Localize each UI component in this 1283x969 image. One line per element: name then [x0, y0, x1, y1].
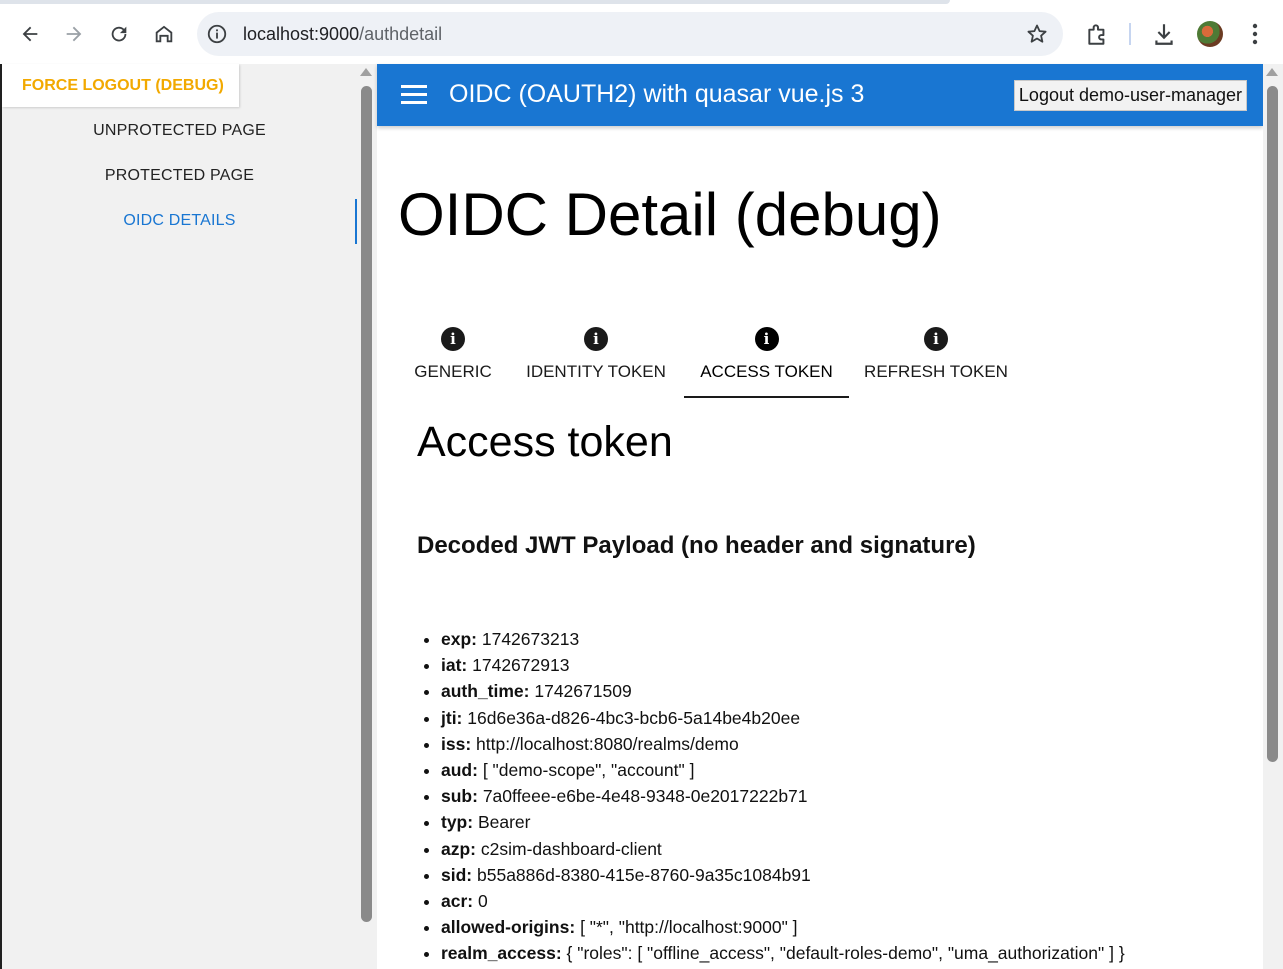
section-title: Access token [417, 418, 673, 466]
list-item: aud: [ "demo-scope", "account" ] [441, 758, 1125, 784]
claim-value: 1742673213 [481, 629, 580, 649]
drawer-scroll-up-arrow[interactable] [360, 68, 372, 76]
claim-value: 1742672913 [472, 655, 570, 676]
list-item: realm_access: { "roles": [ "offline_acce… [441, 941, 1125, 967]
address-bar[interactable]: localhost:9000/authdetail [197, 12, 1063, 56]
drawer-item-protected-page[interactable]: PROTECTED PAGE [2, 156, 357, 196]
app-title: OIDC (OAUTH2) with quasar vue.js 3 [449, 80, 865, 108]
claim-key: sub: [441, 786, 478, 807]
app-header: OIDC (OAUTH2) with quasar vue.js 3 Logou… [377, 64, 1263, 126]
info-icon: i [584, 327, 608, 351]
info-icon: i [924, 327, 948, 351]
url-host: localhost:9000 [243, 24, 360, 44]
claim-value: 1742671509 [534, 681, 632, 702]
claim-key: sid: [441, 864, 473, 885]
toolbar-separator [1129, 23, 1131, 45]
claim-value: { "roles": [ "offline_access", "default-… [566, 943, 1125, 964]
window-edge [0, 64, 2, 969]
extensions-icon[interactable] [1085, 21, 1111, 47]
site-info-icon[interactable] [205, 22, 229, 46]
force-logout-button[interactable]: FORCE LOGOUT (DEBUG) [2, 64, 239, 107]
logout-button[interactable]: Logout demo-user-manager [1014, 80, 1247, 111]
claim-key: aud: [441, 759, 478, 780]
bookmark-star-icon[interactable] [1025, 22, 1049, 46]
claim-value: http://localhost:8080/realms/demo [476, 733, 739, 754]
url-text[interactable]: localhost:9000/authdetail [243, 24, 442, 45]
claim-key: allowed-origins: [441, 917, 576, 938]
menu-hamburger-icon[interactable] [401, 85, 427, 105]
list-item: auth_time: 1742671509 [441, 679, 1125, 705]
tab-label: GENERIC [414, 362, 492, 381]
list-item: typ: Bearer [441, 810, 1125, 836]
side-drawer [0, 64, 357, 969]
drawer-item-oidc-details[interactable]: OIDC DETAILS [2, 201, 357, 241]
claim-value: 0 [477, 890, 488, 911]
claim-value: c2sim-dashboard-client [480, 838, 662, 859]
list-item: sid: b55a886d-8380-415e-8760-9a35c1084b9… [441, 863, 1125, 889]
tab-label: ACCESS TOKEN [700, 362, 833, 381]
info-icon: i [754, 327, 779, 351]
tab-label: REFRESH TOKEN [864, 362, 1008, 381]
list-item: jti: 16d6e36a-d826-4bc3-bcb6-5a14be4b20e… [441, 706, 1125, 732]
back-icon[interactable] [16, 20, 44, 48]
claim-key: jti: [441, 707, 463, 728]
tab-generic[interactable]: i GENERIC [413, 322, 493, 399]
tab-label: IDENTITY TOKEN [526, 362, 666, 381]
forward-icon[interactable] [60, 20, 88, 48]
claim-key: exp: [441, 629, 477, 649]
browser-toolbar: localhost:9000/authdetail [0, 0, 1283, 65]
home-icon[interactable] [150, 20, 178, 48]
drawer-item-unprotected-page[interactable]: UNPROTECTED PAGE [2, 111, 357, 151]
list-item: azp: c2sim-dashboard-client [441, 837, 1125, 863]
tab-strip [0, 0, 950, 4]
claim-value: Bearer [477, 812, 531, 833]
claim-value: b55a886d-8380-415e-8760-9a35c1084b91 [477, 864, 811, 885]
claim-key: typ: [441, 812, 474, 833]
profile-avatar[interactable] [1197, 21, 1223, 47]
jwt-claims-list: exp: 1742673213 iat: 1742672913 auth_tim… [417, 627, 1125, 967]
claim-value: [ "*", "http://localhost:9000" ] [580, 917, 798, 938]
list-item: acr: 0 [441, 889, 1125, 915]
page-title: OIDC Detail (debug) [398, 181, 942, 248]
claim-value: 7a0ffeee-e6be-4e48-9348-0e2017222b71 [482, 786, 808, 807]
claim-key: realm_access: [441, 943, 562, 964]
reload-icon[interactable] [105, 20, 133, 48]
url-path: /authdetail [359, 24, 443, 44]
claim-value: 16d6e36a-d826-4bc3-bcb6-5a14be4b20ee [467, 707, 801, 728]
claim-value: [ "demo-scope", "account" ] [482, 759, 695, 780]
subsection-title: Decoded JWT Payload (no header and signa… [417, 532, 976, 559]
list-item: allowed-origins: [ "*", "http://localhos… [441, 915, 1125, 941]
claim-key: azp: [441, 838, 476, 859]
tab-refresh-token[interactable]: i REFRESH TOKEN [863, 322, 1009, 399]
claim-key: auth_time: [441, 681, 530, 702]
tab-access-token[interactable]: i ACCESS TOKEN [690, 322, 843, 399]
claim-key: iss: [441, 733, 472, 754]
list-item: iss: http://localhost:8080/realms/demo [441, 732, 1125, 758]
list-item: sub: 7a0ffeee-e6be-4e48-9348-0e2017222b7… [441, 784, 1125, 810]
active-tab-indicator [684, 396, 849, 398]
claim-key: acr: [441, 890, 474, 911]
download-icon[interactable] [1151, 21, 1177, 47]
list-item: iat: 1742672913 [441, 653, 1125, 679]
page-scroll-thumb[interactable] [1267, 86, 1278, 762]
info-icon: i [441, 327, 465, 351]
more-menu-icon[interactable] [1244, 21, 1266, 47]
list-item: exp: 1742673213 [441, 627, 1125, 653]
claim-key: iat: [441, 655, 468, 676]
drawer-scroll-thumb[interactable] [361, 86, 372, 922]
tab-identity-token[interactable]: i IDENTITY TOKEN [523, 322, 669, 399]
page-scroll-up-arrow[interactable] [1266, 68, 1278, 76]
